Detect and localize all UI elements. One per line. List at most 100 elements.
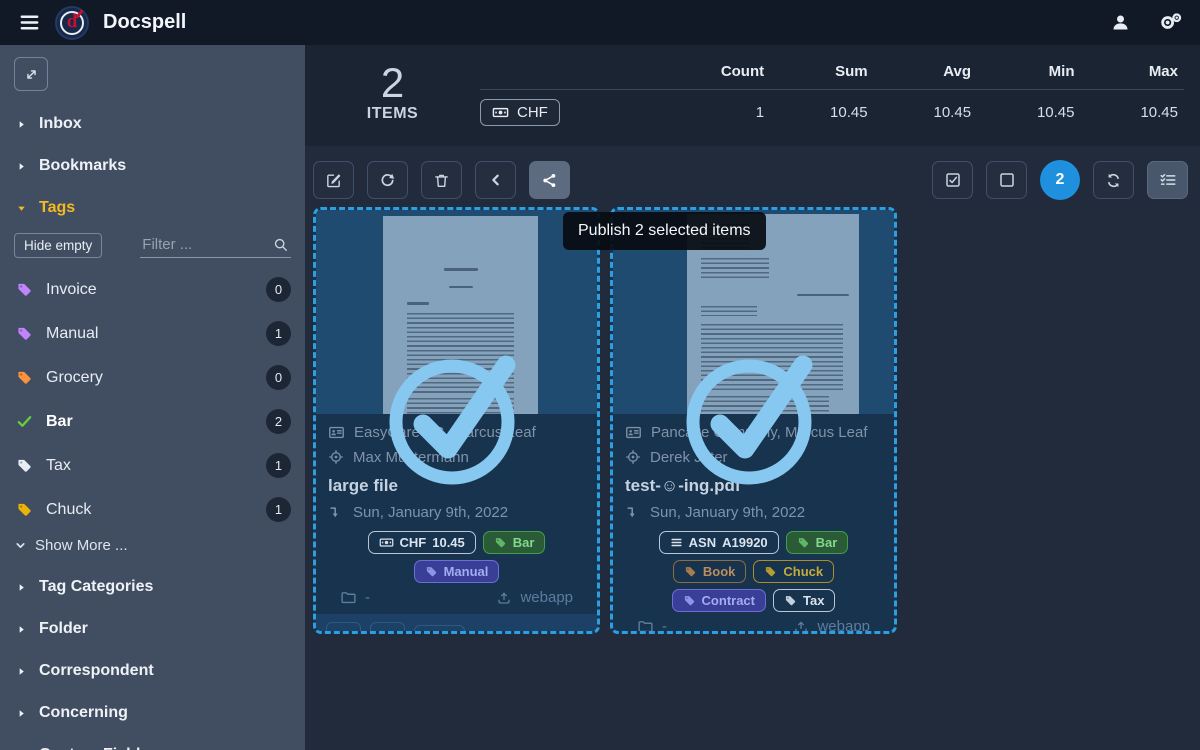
preview-item-button[interactable] [326,622,361,634]
arrow-turn-down-icon [625,505,640,520]
sidebar-item-custom-fields[interactable]: Custom Fields [14,746,291,750]
sidebar-item-label: Tags [39,199,75,217]
item-title[interactable]: test-☺-ing.pdf [625,476,882,496]
correspondent-line: EasyCare AG, Marcus Leaf [328,423,585,441]
tag-chip-bar[interactable]: Bar [786,531,849,554]
reprocess-button[interactable] [367,161,408,199]
folder-info: - [340,589,370,606]
chip-label: Manual [444,564,489,579]
currency-amount-chip: CHF 10.45 [368,531,476,554]
sidebar-item-folder[interactable]: Folder [14,620,291,638]
stat-avg-value: 10.45 [874,90,977,131]
stat-min-value: 10.45 [977,90,1080,131]
tag-chip-tax[interactable]: Tax [773,589,835,612]
item-card-large-file[interactable]: EasyCare AG, Marcus Leaf Max Mustermann … [313,207,600,634]
tag-count-badge: 0 [266,365,291,390]
hide-empty-button[interactable]: Hide empty [14,233,102,258]
tag-row-grocery[interactable]: Grocery 0 [14,365,291,390]
caret-right-icon [16,582,27,593]
items-count-value: 2 [305,61,480,105]
folder-name: - [662,618,667,634]
tag-row-invoice[interactable]: Invoice 0 [14,277,291,302]
tag-chip-manual[interactable]: Manual [414,560,500,583]
select-none-button[interactable] [986,161,1027,199]
toolbar-right-group: 2 [932,160,1188,200]
sidebar-item-label: Bookmarks [39,157,126,175]
search-icon [273,237,289,253]
sidebar-item-inbox[interactable]: Inbox [14,115,291,133]
delete-selected-button[interactable] [421,161,462,199]
sidebar-item-label: Tag Categories [39,578,153,596]
concerning-line: Derek Jeter [625,448,882,466]
tag-row-tax[interactable]: Tax 1 [14,453,291,478]
user-icon[interactable] [1110,12,1131,33]
check-icon [16,413,33,430]
caret-right-icon [16,624,27,635]
tag-chip-contract[interactable]: Contract [672,589,766,612]
tag-row-bar[interactable]: Bar 2 [14,409,291,434]
sidebar-item-tags[interactable]: Tags [14,199,291,217]
tag-row-chuck[interactable]: Chuck 1 [14,497,291,522]
tag-icon [784,594,797,607]
caret-right-icon [16,119,27,130]
folder-source-row: - webapp [625,612,882,634]
tag-icon [16,501,33,518]
stat-sum-value: 10.45 [770,90,873,131]
stats-section: 2 ITEMS Count Sum Avg Min Max [305,45,1200,146]
item-chips: CHF 10.45 Bar Manual [328,531,585,583]
docspell-logo[interactable]: d [55,6,89,40]
tag-icon [16,369,33,386]
logo-letter: d [67,11,78,33]
sidebar-item-label: Folder [39,620,88,638]
sidebar-item-tag-categories[interactable]: Tag Categories [14,578,291,596]
tag-icon [16,457,33,474]
address-card-icon [328,424,345,441]
item-card-test-ing-pdf[interactable]: Pancake Company, Marcus Leaf Derek Jeter… [610,207,897,634]
publish-selected-button[interactable] [529,161,570,199]
redo-icon [379,172,396,189]
caret-right-icon [16,161,27,172]
select-mode-button[interactable] [1147,161,1188,199]
currency-chip: CHF [480,99,560,126]
select-all-button[interactable] [932,161,973,199]
publish-tooltip: Publish 2 selected items [563,212,766,250]
tag-chip-chuck[interactable]: Chuck [753,560,834,583]
edit-item-button[interactable] [370,622,405,634]
merge-selected-button[interactable] [475,161,516,199]
sidebar-item-correspondent[interactable]: Correspondent [14,662,291,680]
chip-label: ASN [689,535,716,550]
tag-name: Bar [46,413,73,431]
edit-selected-button[interactable] [313,161,354,199]
sidebar-item-label: Concerning [39,704,128,722]
collapse-sidebar-button[interactable] [14,57,48,91]
tag-icon [683,594,696,607]
item-title[interactable]: large file [328,476,585,496]
tag-chip-book[interactable]: Book [673,560,747,583]
tag-chip-bar[interactable]: Bar [483,531,546,554]
stat-count-value: 1 [666,90,770,131]
settings-gears-icon[interactable] [1159,11,1182,34]
selected-count-badge[interactable]: 2 [1040,160,1080,200]
tag-filter-input[interactable] [140,233,291,258]
sidebar-item-bookmarks[interactable]: Bookmarks [14,157,291,175]
chip-label: Book [703,564,736,579]
document-preview[interactable] [316,210,597,414]
top-navbar: d Docspell [0,0,1200,45]
trash-icon [433,172,450,189]
tag-row-manual[interactable]: Manual 1 [14,321,291,346]
selection-toolbar: 2 [305,146,1200,200]
sidebar-item-concerning[interactable]: Concerning [14,704,291,722]
tag-icon [764,565,777,578]
menu-icon[interactable] [18,11,41,34]
tag-count-badge: 0 [266,277,291,302]
share-icon [541,172,558,189]
concerning-name: Derek Jeter [650,449,728,466]
show-more-tags[interactable]: Show More ... [14,537,291,554]
currency-stats-table: Count Sum Avg Min Max CHF [480,59,1184,130]
banknote-icon [492,104,509,121]
tag-name: Tax [46,457,71,475]
refresh-button[interactable] [1093,161,1134,199]
item-date: Sun, January 9th, 2022 [650,504,805,521]
source-info: webapp [793,618,870,634]
stats-col-empty [480,59,666,90]
